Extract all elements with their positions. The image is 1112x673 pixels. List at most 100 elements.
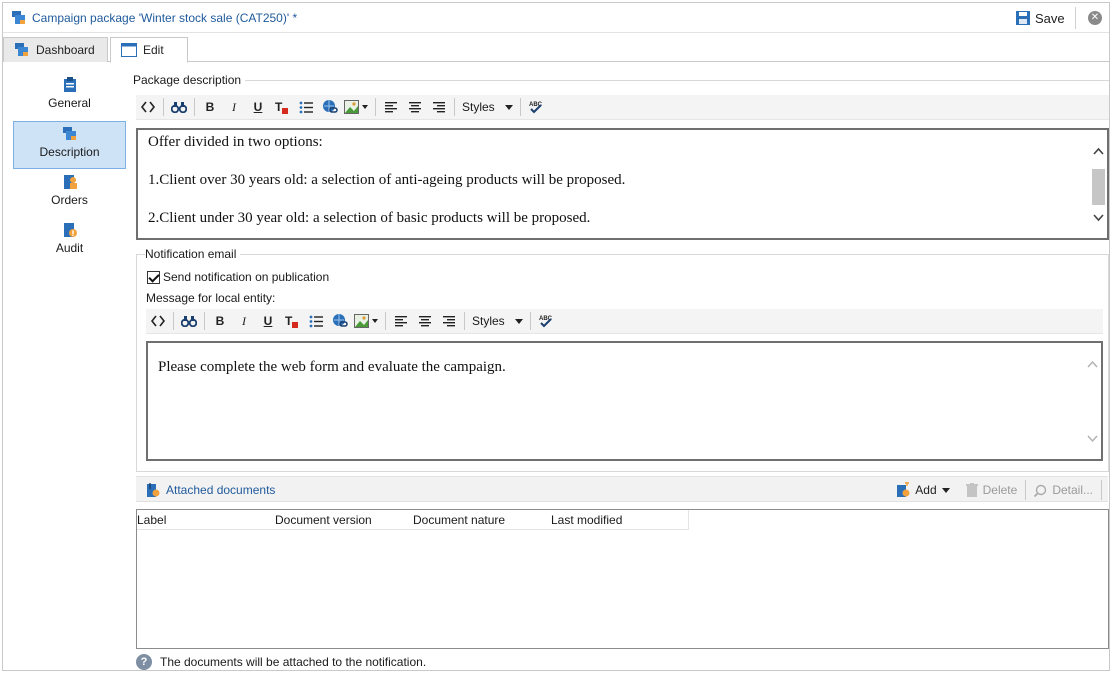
send-notification-checkbox[interactable] — [147, 271, 160, 284]
bullet-list-icon[interactable] — [294, 96, 318, 118]
package-description-divider — [136, 80, 1109, 81]
action-separator — [1101, 480, 1102, 500]
package-description-label: Package description — [133, 73, 246, 87]
find-icon[interactable] — [167, 96, 191, 118]
save-icon — [1016, 11, 1030, 25]
message-scrollbar[interactable] — [1084, 343, 1101, 459]
styles-label: Styles — [472, 314, 505, 328]
sidebar: General Description Orders Audit — [3, 63, 131, 671]
attached-documents-bar: Attached documents Add Delete Detail... — [136, 476, 1108, 502]
detail-label: Detail... — [1052, 483, 1093, 497]
dashboard-icon — [15, 43, 28, 56]
tab-dashboard[interactable]: Dashboard — [3, 37, 108, 62]
align-right-icon[interactable] — [427, 96, 451, 118]
italic-icon[interactable]: I — [232, 310, 256, 332]
column-header-label[interactable]: Label — [137, 513, 166, 527]
sidebar-item-label: Audit — [55, 241, 84, 255]
window-title: Campaign package 'Winter stock sale (CAT… — [32, 11, 298, 25]
orders-icon — [63, 175, 77, 189]
send-notification-label: Send notification on publication — [163, 270, 330, 284]
column-header-last-modified[interactable]: Last modified — [551, 513, 622, 527]
text-color-icon[interactable]: T — [280, 310, 304, 332]
spellcheck-icon[interactable]: ABC — [534, 310, 558, 332]
sidebar-item-label: Orders — [51, 193, 88, 207]
chevron-down-icon — [504, 104, 513, 110]
attachment-actions: Add Delete Detail... — [888, 480, 1102, 500]
attachments-table[interactable]: Label Document version Document nature L… — [136, 509, 1109, 649]
attach-document-icon — [147, 483, 160, 497]
column-header-document-nature[interactable]: Document nature — [413, 513, 505, 527]
source-code-icon[interactable] — [136, 96, 160, 118]
underline-icon[interactable]: U — [246, 96, 270, 118]
column-header-document-version[interactable]: Document version — [275, 513, 372, 527]
insert-image-icon[interactable] — [342, 96, 372, 118]
add-button[interactable]: Add — [888, 482, 957, 498]
chevron-down-icon — [514, 318, 523, 324]
description-scrollbar[interactable] — [1090, 130, 1107, 238]
description-line: Offer divided in two options: — [148, 134, 323, 150]
scroll-up-icon[interactable] — [1087, 359, 1098, 370]
bold-icon[interactable]: B — [208, 310, 232, 332]
description-line: 2.Client under 30 year old: a selection … — [148, 210, 591, 226]
link-icon[interactable] — [328, 310, 352, 332]
toolbar-separator — [454, 98, 455, 116]
italic-icon[interactable]: I — [222, 96, 246, 118]
help-icon: ? — [136, 654, 152, 670]
message-text: Please complete the web form and evaluat… — [158, 359, 506, 375]
message-editor-toolbar: B I U T Styles ABC — [146, 309, 1103, 334]
save-button[interactable]: Save — [1015, 8, 1065, 28]
notification-label: Notification email — [145, 247, 241, 261]
tab-dashboard-label: Dashboard — [36, 43, 95, 57]
title-bar: Campaign package 'Winter stock sale (CAT… — [3, 3, 1109, 33]
text-color-icon[interactable]: T — [270, 96, 294, 118]
scroll-down-icon[interactable] — [1093, 212, 1104, 223]
spellcheck-icon[interactable]: ABC — [524, 96, 548, 118]
align-left-icon[interactable] — [379, 96, 403, 118]
find-icon[interactable] — [177, 310, 201, 332]
styles-dropdown[interactable]: Styles — [458, 100, 517, 114]
add-label: Add — [915, 483, 937, 497]
delete-button[interactable]: Delete — [958, 483, 1026, 497]
notification-divider — [136, 254, 1109, 255]
align-center-icon[interactable] — [413, 310, 437, 332]
toolbar-separator — [385, 312, 386, 330]
message-editor[interactable]: Please complete the web form and evaluat… — [146, 341, 1103, 461]
svg-text:T: T — [275, 100, 283, 114]
main-panel: Package description B I U T Styles ABC O… — [133, 63, 1109, 671]
styles-label: Styles — [462, 100, 495, 114]
toolbar-separator — [204, 312, 205, 330]
tab-edit[interactable]: Edit — [110, 37, 188, 63]
align-right-icon[interactable] — [437, 310, 461, 332]
insert-image-icon[interactable] — [352, 310, 382, 332]
bold-icon[interactable]: B — [198, 96, 222, 118]
description-editor-toolbar: B I U T Styles ABC — [136, 95, 1109, 120]
detail-button[interactable]: Detail... — [1026, 483, 1101, 497]
chevron-down-icon[interactable] — [941, 487, 950, 493]
sidebar-item-audit[interactable]: Audit — [13, 218, 126, 266]
attached-documents-title[interactable]: Attached documents — [146, 482, 275, 498]
trash-icon — [965, 483, 978, 497]
source-code-icon[interactable] — [146, 310, 170, 332]
scroll-down-icon[interactable] — [1087, 433, 1098, 444]
scroll-up-icon[interactable] — [1093, 146, 1104, 157]
sidebar-item-description[interactable]: Description — [13, 121, 126, 169]
underline-icon[interactable]: U — [256, 310, 280, 332]
table-header: Label Document version Document nature L… — [137, 510, 689, 530]
svg-text:T: T — [285, 314, 293, 328]
sidebar-item-general[interactable]: General — [13, 73, 126, 121]
footer-note-text: The documents will be attached to the no… — [160, 655, 427, 669]
sidebar-item-orders[interactable]: Orders — [13, 170, 126, 218]
package-window: Campaign package 'Winter stock sale (CAT… — [2, 2, 1110, 671]
tab-bar: Dashboard Edit — [3, 35, 1109, 63]
close-icon[interactable]: ✕ — [1088, 11, 1102, 25]
link-icon[interactable] — [318, 96, 342, 118]
attached-documents-label: Attached documents — [166, 483, 276, 497]
toolbar-separator — [173, 312, 174, 330]
bullet-list-icon[interactable] — [304, 310, 328, 332]
package-icon — [11, 10, 27, 29]
scrollbar-thumb[interactable] — [1092, 169, 1105, 205]
description-editor[interactable]: Offer divided in two options: 1.Client o… — [136, 128, 1109, 240]
align-left-icon[interactable] — [389, 310, 413, 332]
styles-dropdown[interactable]: Styles — [468, 314, 527, 328]
align-center-icon[interactable] — [403, 96, 427, 118]
